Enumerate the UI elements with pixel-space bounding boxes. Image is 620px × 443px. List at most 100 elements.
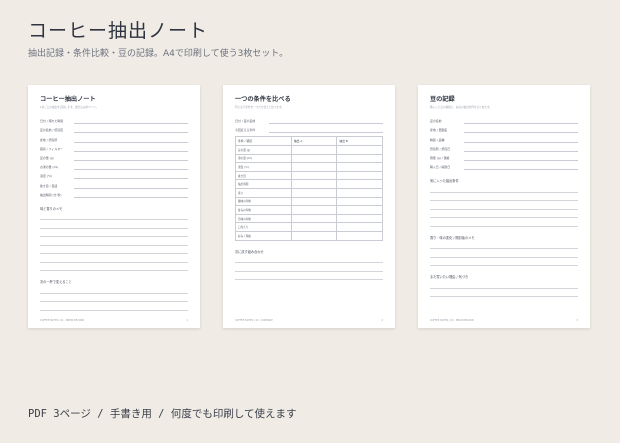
- note-line: [235, 272, 383, 280]
- note-line: [40, 212, 188, 221]
- section-heading: 気に入った抽出条件: [430, 179, 459, 184]
- note-line: [430, 289, 578, 298]
- write-line: [74, 150, 188, 152]
- table-row: 酸味の印象: [235, 196, 383, 207]
- field-label: 日付 / 豆の名前: [235, 119, 256, 124]
- table-cell: [290, 162, 338, 172]
- table-cell: [290, 153, 338, 164]
- form-field: 器具 / フィルター: [40, 143, 188, 152]
- section-heading: 次に試す組み合わせ: [235, 249, 264, 254]
- comparison-table: 条件 / 項目 抽出 A 抽出 B 豆の量 (g) 湯の量 (ml) 湯温 (℃) 挽き目抽…: [235, 136, 383, 241]
- table-cell: [336, 179, 383, 189]
- form-field: 精製 / 品種: [430, 133, 578, 143]
- write-line: [269, 132, 383, 134]
- table-row: 好み / 理由: [235, 230, 383, 241]
- field-label: 購入日 / 開封日: [430, 165, 451, 170]
- form-field: 焙煎所 / 焙煎日: [430, 143, 578, 152]
- sheet-title: コーヒー抽出ノート: [40, 96, 96, 103]
- table-row: 苦味の印象: [235, 213, 383, 224]
- form-field: 日付 / 豆の名前: [235, 115, 383, 125]
- field-label: 精製 / 品種: [430, 137, 445, 142]
- form-field: 豆の名前: [430, 115, 578, 125]
- table-cell: [290, 144, 338, 155]
- table-row-label: 甘みの印象: [235, 205, 292, 215]
- note-line: [40, 220, 188, 229]
- table-cell: [336, 144, 383, 155]
- write-line: [74, 169, 188, 171]
- note-line: [40, 246, 188, 255]
- note-line: [430, 258, 578, 267]
- page-title: コーヒー抽出ノート: [28, 20, 209, 42]
- sheet-footer-label: COFFEE NOTES / 01 - BREW RECORD: [40, 319, 85, 322]
- form-field: 容量 (g) / 価格: [430, 152, 578, 161]
- table-row: 湯温 (℃): [235, 162, 383, 172]
- sheet-title: 一つの条件を比べる: [235, 96, 291, 103]
- note-line: [40, 237, 188, 246]
- page-number: 3: [576, 319, 578, 322]
- form-field: 日付 / 淹れた時間: [40, 115, 188, 125]
- table-header-cell: 抽出 A: [290, 136, 338, 146]
- form-field: 豆の量 (g): [40, 152, 188, 161]
- table-cell: [336, 230, 383, 241]
- form-field: 湯温 (℃): [40, 170, 188, 180]
- note-line: [40, 285, 188, 294]
- write-line: [74, 132, 188, 134]
- table-cell: [290, 187, 338, 198]
- table-row-label: 好み / 理由: [235, 230, 292, 241]
- note-line: [40, 294, 188, 303]
- table-cell: [290, 205, 338, 215]
- table-header-cell: 抽出 B: [336, 136, 383, 146]
- write-line: [464, 169, 578, 171]
- write-line: [74, 196, 188, 198]
- section-heading: 味と香りのメモ: [40, 206, 63, 211]
- table-row-label: 湯の量 (ml): [235, 153, 292, 164]
- sheet-preview-3: 豆の記録 購入した豆の情報と、好みの抽出条件をまとめます。 豆の名前 産地 / 農園名…: [418, 85, 590, 328]
- table-row: 口当たり: [235, 222, 383, 232]
- sheet-footer: COFFEE NOTES / 02 - COMPARE 2: [235, 319, 383, 322]
- write-line: [74, 159, 188, 161]
- sheet-footer: COFFEE NOTES / 01 - BREW RECORD 1: [40, 319, 188, 322]
- field-label: 挽き目 / 目盛: [40, 183, 58, 188]
- table-row-label: 香り: [235, 187, 292, 198]
- table-row: 抽出時間: [235, 179, 383, 189]
- note-line: [430, 249, 578, 258]
- table-row-label: 口当たり: [235, 222, 292, 232]
- note-line: [235, 263, 383, 272]
- note-line: [40, 263, 188, 272]
- table-cell: [290, 222, 338, 232]
- table-row-label: 湯温 (℃): [235, 162, 292, 172]
- table-cell: [336, 170, 383, 181]
- table-header-cell: 条件 / 項目: [235, 136, 292, 146]
- table-header-row: 条件 / 項目 抽出 A 抽出 B: [235, 136, 383, 146]
- note-line: [430, 241, 578, 250]
- note-line: [235, 255, 383, 263]
- table-row-label: 豆の量 (g): [235, 144, 292, 155]
- table-row: 湯の量 (ml): [235, 153, 383, 164]
- field-label: 器具 / フィルター: [40, 146, 63, 151]
- sheet-title: 豆の記録: [430, 96, 455, 103]
- table-cell: [336, 213, 383, 224]
- write-line: [74, 178, 188, 180]
- form-field: 豆の名前 / 焙煎度: [40, 124, 188, 134]
- write-line: [464, 159, 578, 161]
- field-label: 豆の名前: [430, 119, 442, 124]
- field-label: お湯の量 (ml): [40, 165, 59, 170]
- table-cell: [336, 153, 383, 164]
- form-field: 購入日 / 開封日: [430, 161, 578, 171]
- field-label: 豆の名前 / 焙煎度: [40, 128, 64, 133]
- table-cell: [336, 196, 383, 207]
- page-subtitle: 抽出記録・条件比較・豆の記録。A4で印刷して使う3枚セット。: [28, 49, 289, 59]
- field-label: 日付 / 淹れた時間: [40, 119, 64, 124]
- note-line: [40, 302, 188, 311]
- table-cell: [290, 179, 338, 189]
- product-note: PDF 3ページ / 手書き用 / 何度でも印刷して使えます: [28, 408, 297, 420]
- sheet-description: 同じ豆で条件を一つだけ変えて比べます。: [235, 106, 284, 109]
- section-heading: 次の一杯で変えること: [40, 280, 72, 285]
- note-line: [430, 280, 578, 289]
- table-row: 香り: [235, 187, 383, 198]
- table-row: 挽き目: [235, 170, 383, 181]
- note-line: [430, 201, 578, 210]
- note-line: [40, 229, 188, 238]
- table-row: 豆の量 (g): [235, 144, 383, 155]
- table-row-label: 苦味の印象: [235, 213, 292, 224]
